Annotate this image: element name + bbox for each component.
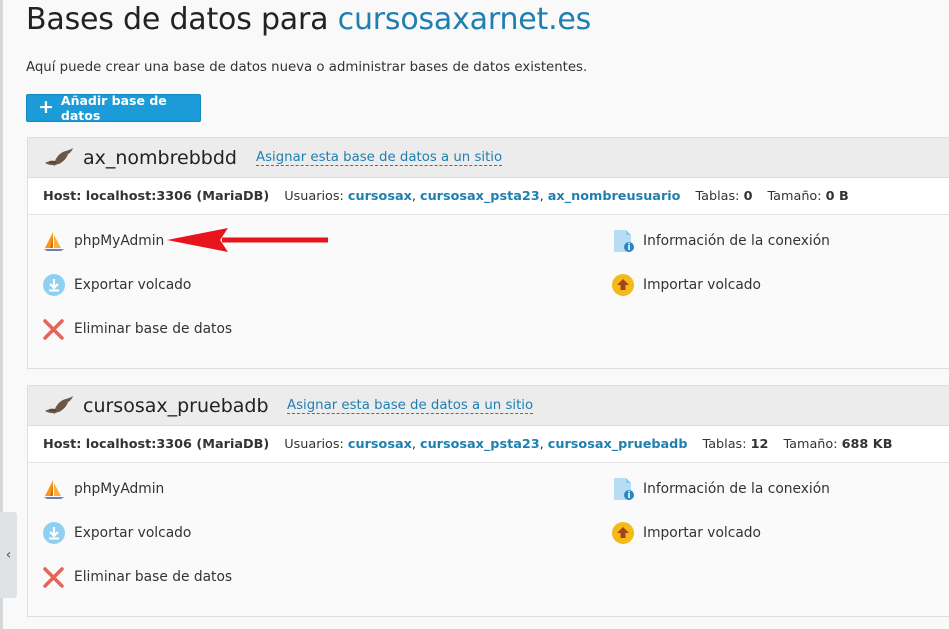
phpmyadmin-action[interactable]: phpMyAdmin — [42, 476, 164, 502]
mariadb-seal-icon — [45, 148, 73, 166]
users-label: Usuarios: — [284, 436, 344, 452]
import-dump-action[interactable]: Importar volcado — [611, 520, 761, 546]
size-label: Tamaño: — [783, 436, 838, 452]
connection-info-action[interactable]: Información de la conexión — [611, 476, 830, 502]
page-title-domain[interactable]: cursosaxarnet.es — [338, 2, 592, 37]
size-label: Tamaño: — [767, 188, 822, 204]
tables-count: 12 — [750, 436, 769, 452]
tables-label: Tablas: — [702, 436, 747, 452]
database-card: cursosax_pruebadb Asignar esta base de d… — [27, 385, 949, 617]
db-user-link[interactable]: cursosax — [348, 437, 412, 452]
upload-icon — [611, 521, 635, 545]
database-header: cursosax_pruebadb Asignar esta base de d… — [28, 386, 949, 426]
import-dump-label: Importar volcado — [643, 277, 761, 293]
download-icon — [42, 521, 66, 545]
database-card: ax_nombrebbdd Asignar esta base de datos… — [27, 137, 949, 369]
delete-database-action[interactable]: Eliminar base de datos — [42, 316, 232, 342]
export-dump-action[interactable]: Exportar volcado — [42, 520, 191, 546]
assign-to-site-link[interactable]: Asignar esta base de datos a un sitio — [287, 398, 534, 414]
export-dump-label: Exportar volcado — [74, 277, 192, 293]
add-database-button[interactable]: + Añadir base de datos — [26, 93, 201, 123]
phpmyadmin-icon — [42, 229, 66, 253]
annotation-arrow-icon — [167, 228, 328, 252]
db-user-link[interactable]: cursosax_psta23 — [420, 189, 540, 204]
users-label: Usuarios: — [284, 188, 344, 204]
database-header: ax_nombrebbdd Asignar esta base de datos… — [28, 138, 949, 178]
database-name: ax_nombrebbdd — [83, 147, 237, 169]
host-info: Host: localhost:3306 (MariaDB) — [43, 188, 270, 204]
connection-info-icon — [611, 477, 635, 501]
db-user-link[interactable]: ax_nombreusuario — [548, 189, 681, 204]
connection-info-icon — [611, 229, 635, 253]
page-title: Bases de datos para cursosaxarnet.es — [26, 2, 591, 37]
db-user-link[interactable]: cursosax — [348, 189, 412, 204]
database-name: cursosax_pruebadb — [83, 395, 269, 417]
import-dump-label: Importar volcado — [643, 525, 761, 541]
tables-count: 0 — [743, 188, 753, 204]
host-info: Host: localhost:3306 (MariaDB) — [43, 436, 270, 452]
phpmyadmin-action[interactable]: phpMyAdmin — [42, 228, 164, 254]
download-icon — [42, 273, 66, 297]
page-description: Aquí puede crear una base de datos nueva… — [26, 60, 588, 75]
phpmyadmin-label: phpMyAdmin — [74, 233, 165, 249]
add-database-label: Añadir base de datos — [60, 93, 167, 123]
import-dump-action[interactable]: Importar volcado — [611, 272, 761, 298]
tables-label: Tablas: — [695, 188, 740, 204]
sidebar-collapse-toggle[interactable]: ‹ — [0, 512, 17, 598]
size-value: 688 KB — [841, 436, 893, 452]
delete-x-icon — [42, 317, 66, 341]
db-user-link[interactable]: cursosax_pruebadb — [548, 437, 688, 452]
assign-to-site-link[interactable]: Asignar esta base de datos a un sitio — [256, 150, 503, 166]
delete-database-label: Eliminar base de datos — [74, 569, 233, 585]
delete-x-icon — [42, 565, 66, 589]
plus-icon: + — [38, 95, 54, 118]
upload-icon — [611, 273, 635, 297]
size-value: 0 B — [825, 188, 849, 204]
delete-database-label: Eliminar base de datos — [74, 321, 233, 337]
connection-info-action[interactable]: Información de la conexión — [611, 228, 830, 254]
database-meta-row: Host: localhost:3306 (MariaDB) Usuarios:… — [28, 178, 949, 215]
phpmyadmin-label: phpMyAdmin — [74, 481, 165, 497]
database-meta-row: Host: localhost:3306 (MariaDB) Usuarios:… — [28, 426, 949, 463]
export-dump-label: Exportar volcado — [74, 525, 192, 541]
connection-info-label: Información de la conexión — [643, 481, 830, 497]
db-user-link[interactable]: cursosax_psta23 — [420, 437, 540, 452]
page-title-prefix: Bases de datos para — [26, 2, 329, 37]
delete-database-action[interactable]: Eliminar base de datos — [42, 564, 232, 590]
phpmyadmin-icon — [42, 477, 66, 501]
connection-info-label: Información de la conexión — [643, 233, 830, 249]
export-dump-action[interactable]: Exportar volcado — [42, 272, 191, 298]
mariadb-seal-icon — [45, 396, 73, 414]
